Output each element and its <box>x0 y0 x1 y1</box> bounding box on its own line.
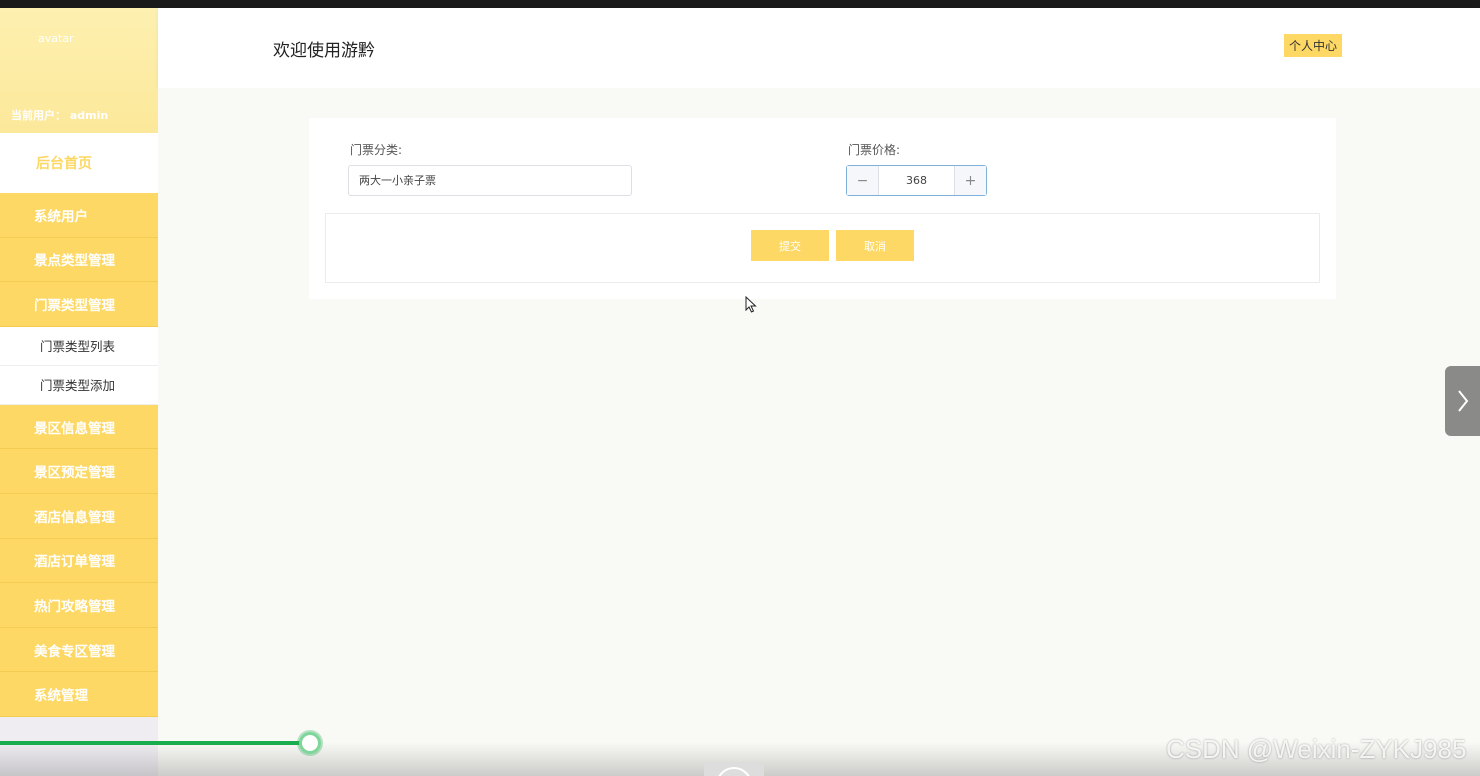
sidebar-item-hotel-orders[interactable]: 酒店订单管理 <box>0 538 158 584</box>
main-content: 门票分类: 两大一小亲子票 门票价格: − 368 + 提交 取消 <box>158 88 1480 776</box>
sidebar-item-scenic-booking[interactable]: 景区预定管理 <box>0 449 158 494</box>
sidebar: avatar 当前用户： admin 后台首页 系统用户 景点类型管理 门票类型… <box>0 8 158 776</box>
form-actions: 提交 取消 <box>325 213 1320 283</box>
avatar: avatar <box>38 32 74 45</box>
sidebar-item-system-users[interactable]: 系统用户 <box>0 193 158 238</box>
video-progress-handle[interactable] <box>299 732 321 754</box>
sidebar-item-home[interactable]: 后台首页 <box>0 133 158 193</box>
chevron-right-icon <box>1457 390 1468 412</box>
submit-button[interactable]: 提交 <box>751 230 829 261</box>
watermark: CSDN @Weixin-ZYKJ985 <box>1166 734 1467 764</box>
sidebar-item-travel-guides[interactable]: 热门攻略管理 <box>0 583 158 628</box>
video-progress-bar[interactable] <box>0 741 310 745</box>
ticket-price-stepper: − 368 + <box>846 165 987 196</box>
ticket-category-label: 门票分类: <box>350 143 403 157</box>
play-button[interactable] <box>704 762 764 776</box>
page-header: 欢迎使用游黔 个人中心 <box>158 8 1480 88</box>
sidebar-item-ticket-type[interactable]: 门票类型管理 <box>0 282 158 327</box>
increment-button[interactable]: + <box>954 166 986 195</box>
sidebar-item-scenic-type[interactable]: 景点类型管理 <box>0 237 158 283</box>
sidebar-subitem-ticket-type-add[interactable]: 门票类型添加 <box>0 365 158 405</box>
personal-center-button[interactable]: 个人中心 <box>1284 34 1343 57</box>
mouse-cursor-icon <box>745 296 757 313</box>
sidebar-header: avatar 当前用户： admin <box>0 8 158 133</box>
sidebar-item-scenic-info[interactable]: 景区信息管理 <box>0 404 158 450</box>
sidebar-item-food-zone[interactable]: 美食专区管理 <box>0 627 158 673</box>
cancel-button[interactable]: 取消 <box>836 230 914 261</box>
sidebar-item-system-manage[interactable]: 系统管理 <box>0 672 158 717</box>
sidebar-item-hotel-info[interactable]: 酒店信息管理 <box>0 493 158 539</box>
side-expand-button[interactable] <box>1445 366 1480 436</box>
ticket-type-form: 门票分类: 两大一小亲子票 门票价格: − 368 + 提交 取消 <box>309 118 1336 299</box>
ticket-price-label: 门票价格: <box>848 143 901 157</box>
sidebar-subitem-ticket-type-list[interactable]: 门票类型列表 <box>0 326 158 366</box>
play-circle-icon <box>716 767 752 776</box>
ticket-price-input[interactable]: 368 <box>879 166 954 195</box>
current-user-label: 当前用户： admin <box>11 109 109 122</box>
ticket-category-input[interactable]: 两大一小亲子票 <box>348 165 632 196</box>
decrement-button[interactable]: − <box>847 166 879 195</box>
page-title: 欢迎使用游黔 <box>273 41 375 61</box>
window-top-bar <box>0 0 1480 8</box>
